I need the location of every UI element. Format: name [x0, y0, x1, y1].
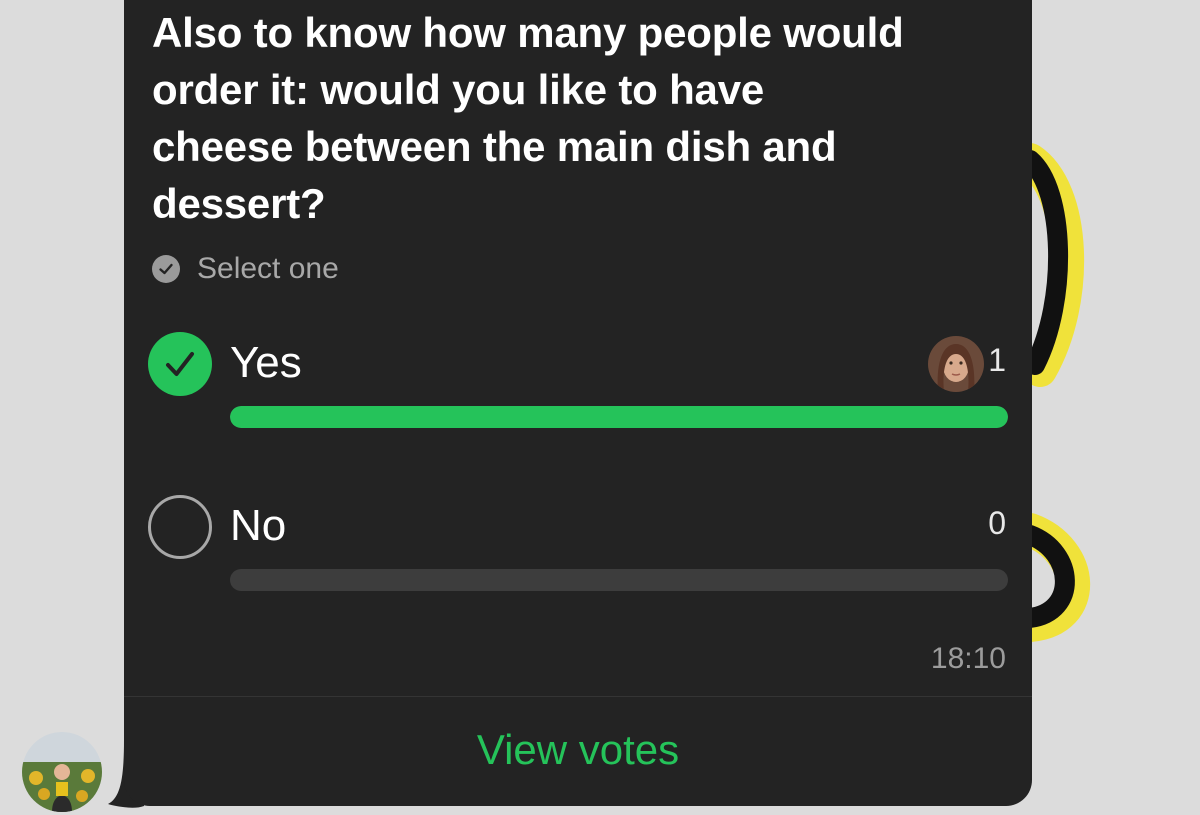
poll-message-bubble: Also to know how many people would order…: [124, 0, 1032, 806]
select-hint-label: Select one: [197, 252, 339, 285]
poll-option-no[interactable]: No 0: [148, 495, 1008, 595]
message-timestamp: 18:10: [930, 642, 1006, 675]
poll-question: Also to know how many people would order…: [152, 9, 904, 227]
vote-bar: [230, 406, 1008, 428]
view-votes-button[interactable]: View votes: [124, 710, 1032, 790]
select-hint: Select one: [152, 252, 339, 286]
poll-option-yes[interactable]: Yes 1: [148, 332, 1008, 432]
option-label: No: [230, 501, 287, 550]
sender-avatar[interactable]: [22, 732, 102, 812]
option-label: Yes: [230, 338, 302, 387]
vote-bar-fill: [230, 406, 1008, 428]
voter-avatar[interactable]: [928, 336, 984, 392]
vote-count: 0: [988, 505, 1006, 541]
radio-empty-icon[interactable]: [148, 495, 212, 559]
checkmark-icon[interactable]: [148, 332, 212, 396]
divider: [124, 696, 1032, 697]
check-circle-icon: [152, 255, 180, 283]
vote-count: 1: [988, 342, 1006, 378]
vote-bar: [230, 569, 1008, 591]
chat-screen: Also to know how many people would order…: [0, 0, 1200, 815]
